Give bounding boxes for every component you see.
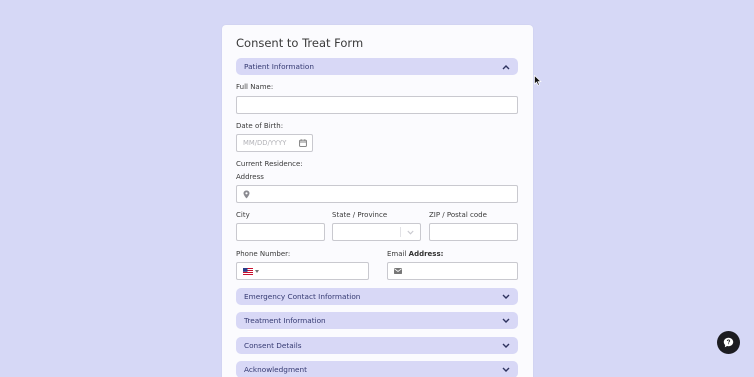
- email-label-prefix: Email: [387, 250, 409, 258]
- email-label-bold: Address:: [408, 250, 444, 258]
- section-label: Emergency Contact Information: [244, 292, 361, 301]
- chat-bubble-icon: [723, 337, 734, 348]
- phone-label: Phone Number:: [236, 250, 291, 258]
- consent-form-card: Consent to Treat Form Patient Informatio…: [222, 25, 533, 377]
- city-label: City: [236, 211, 250, 219]
- section-label: Treatment Information: [244, 316, 326, 325]
- calendar-icon[interactable]: [299, 139, 307, 147]
- section-acknowledgment[interactable]: Acknowledgment: [236, 361, 518, 377]
- section-label: Patient Information: [244, 62, 314, 71]
- state-label: State / Province: [332, 211, 388, 219]
- chevron-up-icon: [502, 64, 510, 69]
- envelope-icon: [394, 268, 402, 274]
- map-pin-icon: [243, 190, 250, 199]
- zip-label: ZIP / Postal code: [429, 211, 487, 219]
- current-residence-label: Current Residence:: [236, 160, 303, 168]
- us-flag-icon[interactable]: [243, 268, 253, 275]
- form-title: Consent to Treat Form: [236, 36, 364, 50]
- chat-button[interactable]: [717, 331, 740, 354]
- country-dropdown-icon[interactable]: [255, 270, 259, 273]
- section-label: Consent Details: [244, 341, 302, 350]
- chevron-down-icon: [407, 230, 414, 235]
- chevron-down-icon: [502, 294, 510, 299]
- dob-placeholder: MM/DD/YYYY: [243, 139, 287, 147]
- full-name-label: Full Name:: [236, 83, 274, 91]
- mouse-cursor-icon: [534, 75, 542, 86]
- address-input[interactable]: [236, 185, 518, 203]
- phone-input[interactable]: [236, 262, 369, 280]
- email-input[interactable]: [387, 262, 518, 280]
- address-label: Address: [236, 173, 264, 181]
- dob-label: Date of Birth:: [236, 122, 284, 130]
- section-treatment-information[interactable]: Treatment Information: [236, 312, 518, 329]
- email-label: Email Address:: [387, 250, 443, 258]
- full-name-input[interactable]: [236, 96, 518, 114]
- chevron-down-icon: [502, 318, 510, 323]
- section-consent-details[interactable]: Consent Details: [236, 337, 518, 354]
- state-select[interactable]: [332, 223, 421, 241]
- chevron-down-icon: [502, 343, 510, 348]
- section-label: Acknowledgment: [244, 365, 308, 374]
- section-patient-information[interactable]: Patient Information: [236, 58, 518, 75]
- dob-input[interactable]: MM/DD/YYYY: [236, 134, 313, 152]
- select-divider: [400, 227, 401, 237]
- chevron-down-icon: [502, 367, 510, 372]
- section-emergency-contact[interactable]: Emergency Contact Information: [236, 288, 518, 305]
- city-input[interactable]: [236, 223, 325, 241]
- zip-input[interactable]: [429, 223, 518, 241]
